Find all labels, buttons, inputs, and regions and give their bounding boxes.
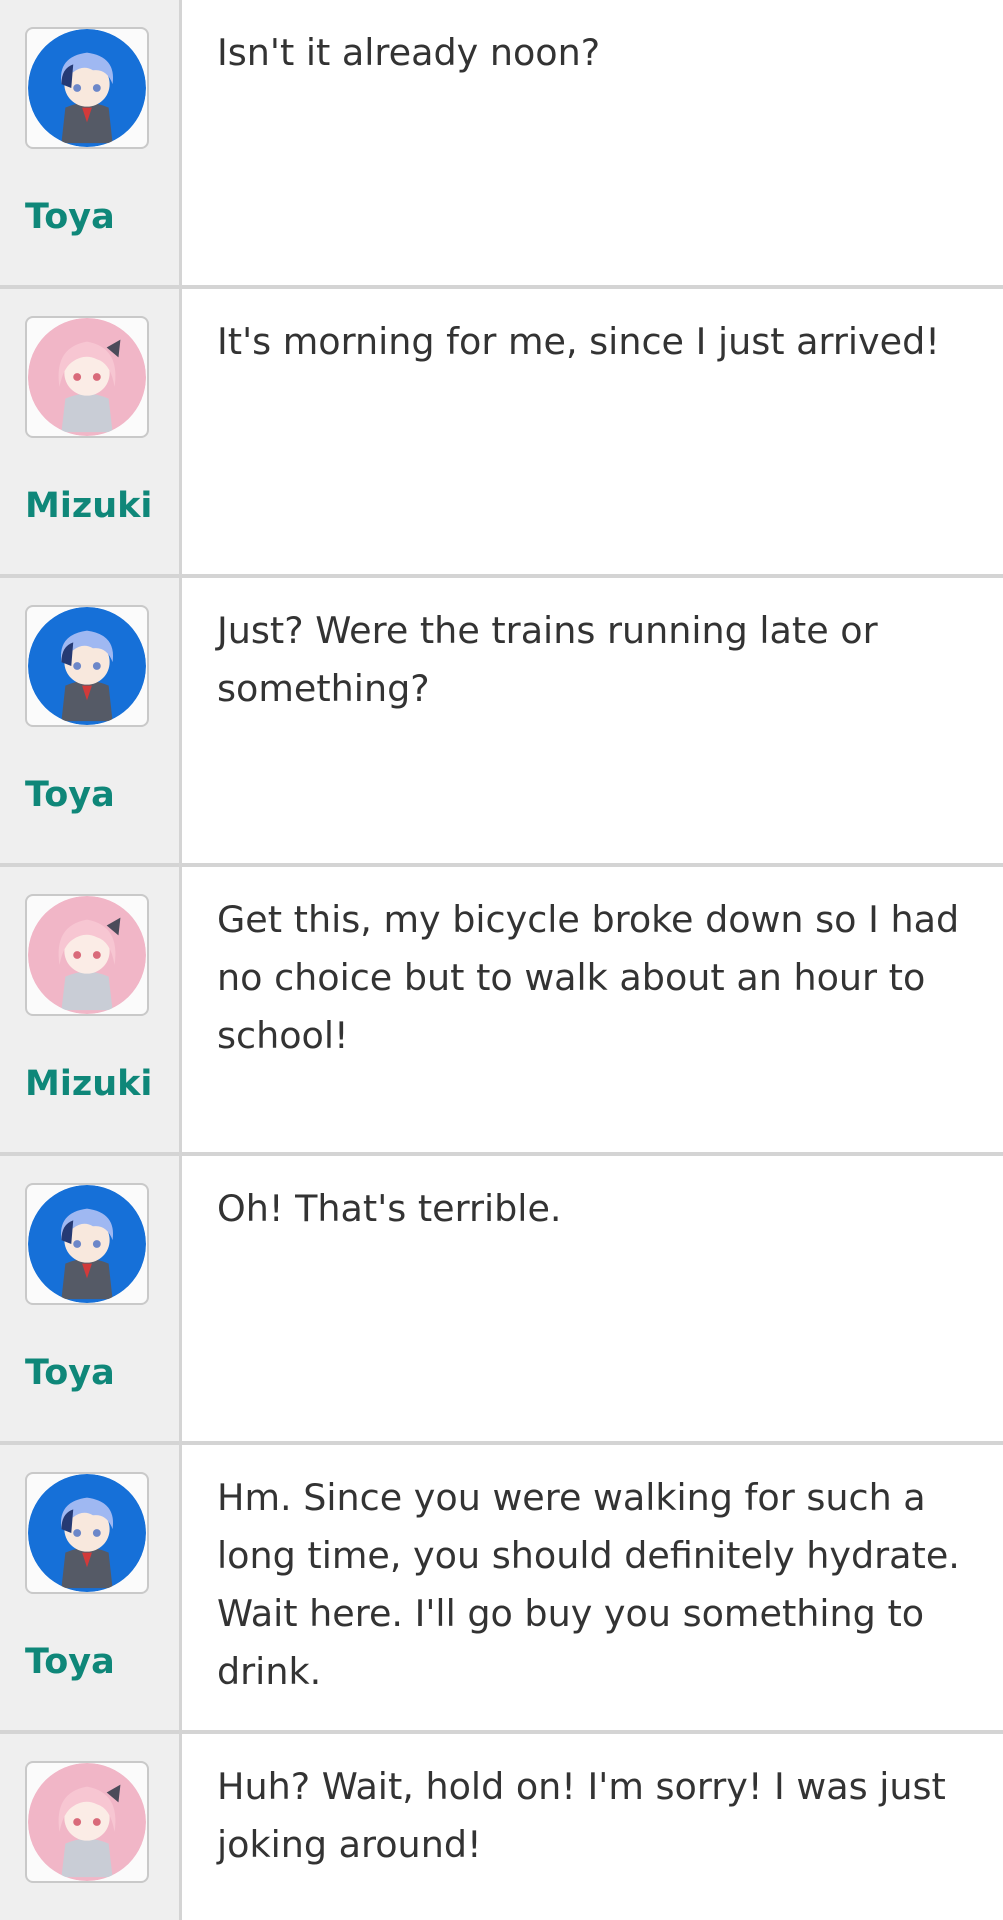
avatar-frame (25, 1183, 149, 1305)
speaker-cell: Mizuki (0, 289, 182, 574)
speaker-cell: Toya (0, 578, 182, 863)
speaker-name: Toya (25, 775, 115, 815)
dialogue-text: Just? Were the trains running late or so… (217, 609, 878, 710)
speaker-cell (0, 1734, 182, 1920)
dialogue-text: Isn't it already noon? (217, 31, 601, 74)
speaker-name: Toya (25, 1642, 115, 1682)
speaker-name: Toya (25, 197, 115, 237)
mizuki-avatar-icon (28, 896, 146, 1014)
dialogue-text: Hm. Since you were walking for such a lo… (217, 1476, 960, 1693)
avatar-frame (25, 1472, 149, 1594)
toya-avatar-icon (28, 607, 146, 725)
dialogue-row: Huh? Wait, hold on! I'm sorry! I was jus… (0, 1734, 1003, 1920)
dialogue-text: Huh? Wait, hold on! I'm sorry! I was jus… (217, 1765, 946, 1866)
avatar-frame (25, 1761, 149, 1883)
mizuki-avatar-icon (28, 318, 146, 436)
dialogue-row: Mizuki It's morning for me, since I just… (0, 289, 1003, 578)
toya-avatar-icon (28, 29, 146, 147)
avatar-frame (25, 316, 149, 438)
dialogue-transcript: Toya Isn't it already noon? Mizuki It's … (0, 0, 1003, 1920)
avatar-frame (25, 605, 149, 727)
mizuki-avatar-icon (28, 1763, 146, 1881)
avatar-frame (25, 27, 149, 149)
speaker-name: Toya (25, 1353, 115, 1393)
dialogue-row: Mizuki Get this, my bicycle broke down s… (0, 867, 1003, 1156)
dialogue-row: Toya Isn't it already noon? (0, 0, 1003, 289)
dialogue-text: Oh! That's terrible. (217, 1187, 562, 1230)
speaker-cell: Toya (0, 1445, 182, 1730)
avatar-frame (25, 894, 149, 1016)
dialogue-row: Toya Just? Were the trains running late … (0, 578, 1003, 867)
dialogue-row: Toya Hm. Since you were walking for such… (0, 1445, 1003, 1734)
speaker-cell: Toya (0, 0, 182, 285)
dialogue-row: Toya Oh! That's terrible. (0, 1156, 1003, 1445)
speaker-cell: Toya (0, 1156, 182, 1441)
dialogue-text: Get this, my bicycle broke down so I had… (217, 898, 960, 1057)
toya-avatar-icon (28, 1185, 146, 1303)
toya-avatar-icon (28, 1474, 146, 1592)
speaker-name: Mizuki (25, 1064, 153, 1104)
speaker-cell: Mizuki (0, 867, 182, 1152)
speaker-name: Mizuki (25, 486, 153, 526)
dialogue-text: It's morning for me, since I just arrive… (217, 320, 940, 363)
